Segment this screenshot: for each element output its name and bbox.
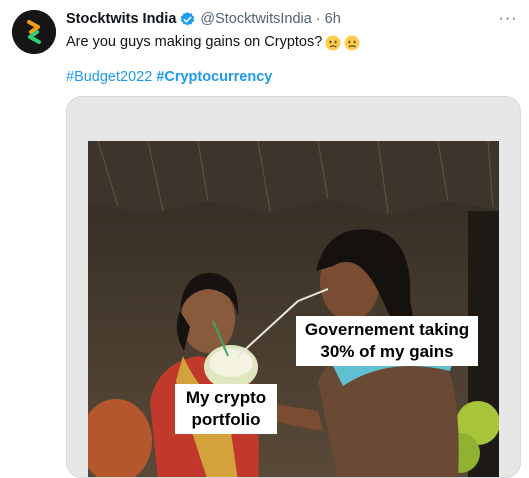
hashtag-budget2022[interactable]: #Budget2022 <box>66 69 152 85</box>
more-options-icon[interactable]: ··· <box>497 10 519 28</box>
stocktwits-logo-icon <box>12 10 56 54</box>
verified-badge-icon <box>179 11 196 28</box>
separator: · <box>315 11 321 27</box>
tweet-text: Are you guys making gains on Cryptos? <box>66 33 360 52</box>
hashtag-line: #Budget2022 #Cryptocurrency <box>66 68 272 87</box>
worried-face-icon <box>325 35 341 51</box>
avatar[interactable] <box>12 10 56 54</box>
tweet: Stocktwits India @StocktwitsIndia · 6h ·… <box>0 0 529 478</box>
worried-face-icon <box>344 35 360 51</box>
media-card[interactable]: Governement taking 30% of my gains My cr… <box>66 96 521 478</box>
caption-crypto-portfolio: My crypto portfolio <box>175 384 277 434</box>
author-name[interactable]: Stocktwits India <box>66 10 176 28</box>
caption-government: Governement taking 30% of my gains <box>296 316 478 366</box>
author-handle[interactable]: @StocktwitsIndia <box>200 10 311 28</box>
hashtag-cryptocurrency[interactable]: #Cryptocurrency <box>156 69 272 85</box>
timestamp[interactable]: 6h <box>325 10 341 28</box>
tweet-body: Are you guys making gains on Cryptos? <box>66 34 323 50</box>
tweet-header: Stocktwits India @StocktwitsIndia · 6h <box>66 10 489 28</box>
meme-photo <box>88 141 499 477</box>
